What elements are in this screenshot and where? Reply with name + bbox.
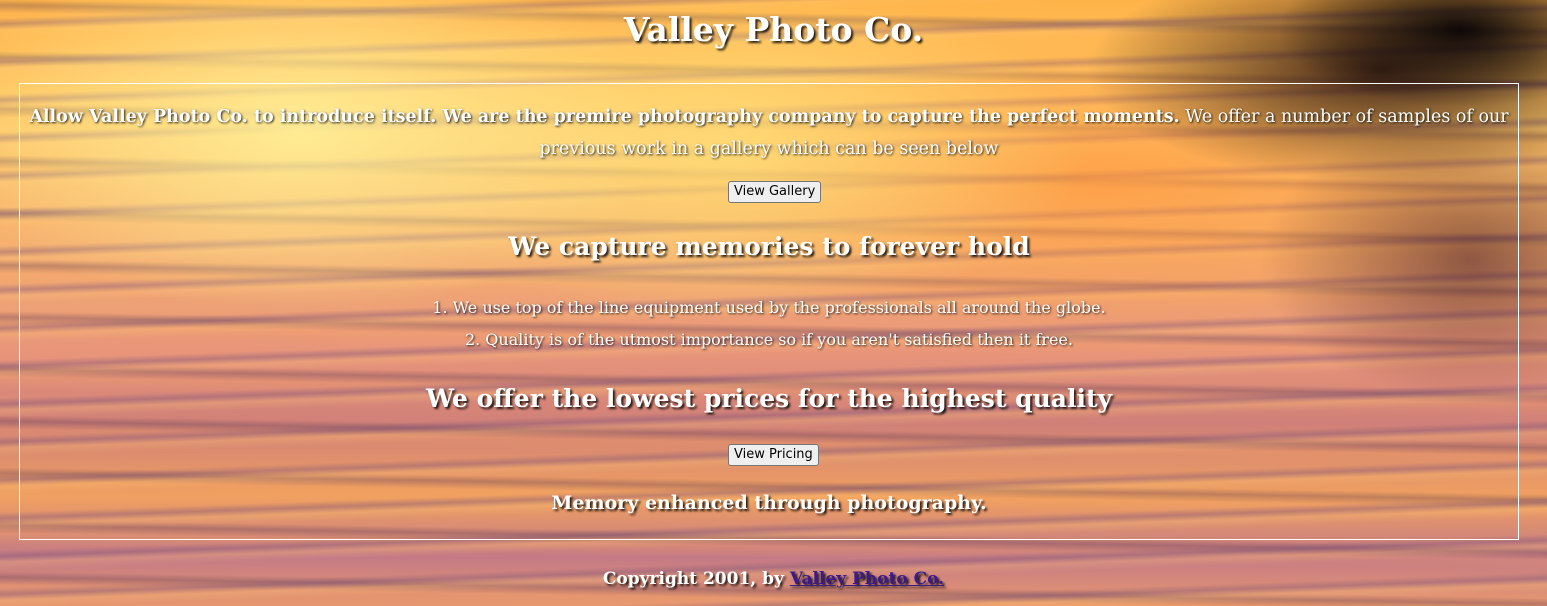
site-title: Valley Photo Co. (623, 10, 924, 49)
main-content-box: Allow Valley Photo Co. to introduce itse… (19, 83, 1519, 540)
memories-heading: We capture memories to forever hold (508, 232, 1030, 261)
features-list: 1. We use top of the line equipment used… (20, 292, 1518, 356)
company-home-link[interactable]: Valley Photo Co. (790, 569, 944, 589)
intro-paragraph: Allow Valley Photo Co. to introduce itse… (22, 101, 1516, 165)
page-content: Valley Photo Co. Allow Valley Photo Co. … (0, 0, 1547, 606)
prices-heading: We offer the lowest prices for the highe… (425, 384, 1113, 413)
intro-bold-text: Allow Valley Photo Co. to introduce itse… (29, 107, 1180, 127)
tagline: Memory enhanced through photography. (551, 492, 987, 514)
feature-item-1: 1. We use top of the line equipment used… (432, 298, 1106, 317)
view-gallery-button[interactable]: View Gallery (728, 181, 822, 203)
view-pricing-button[interactable]: View Pricing (728, 444, 819, 466)
copyright-text: Copyright 2001, by (602, 569, 790, 589)
footer-copyright: Copyright 2001, by Valley Photo Co. (0, 566, 1547, 592)
feature-item-2: 2. Quality is of the utmost importance s… (464, 330, 1074, 349)
